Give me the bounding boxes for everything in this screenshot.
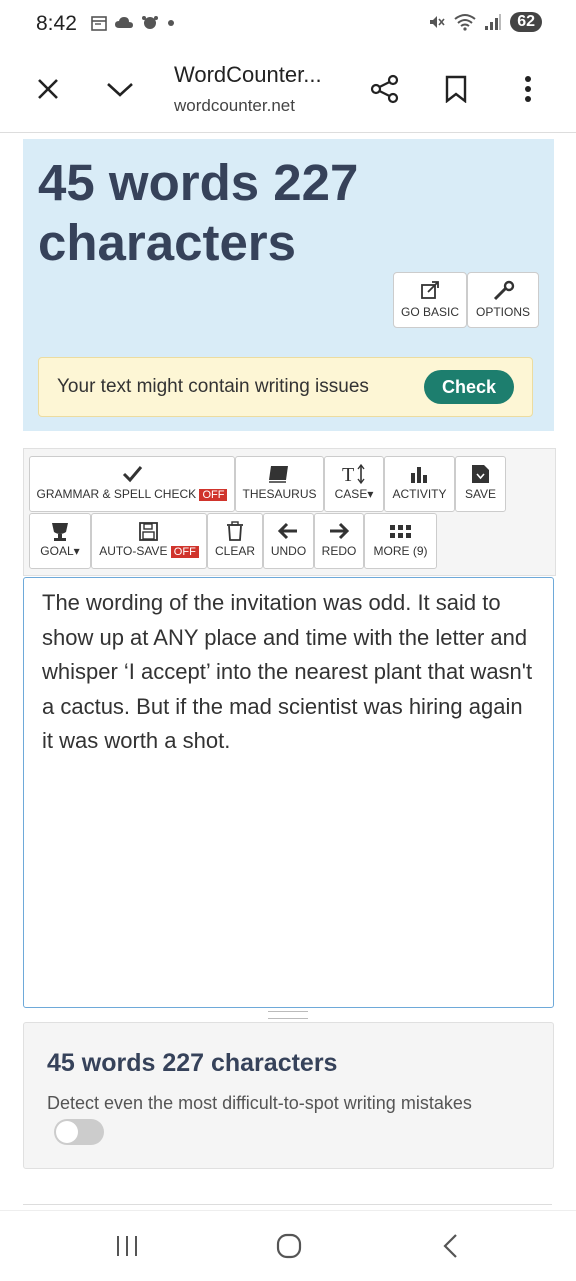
options-label: OPTIONS xyxy=(475,305,530,319)
auto-save-off-badge: OFF xyxy=(170,546,199,558)
writing-issues-text: Your text might contain writing issues xyxy=(57,376,369,397)
caret-down-icon: ▾ xyxy=(367,487,374,501)
chevron-down-icon xyxy=(107,83,133,97)
arrow-left-icon xyxy=(277,522,297,540)
redo-button[interactable]: REDO xyxy=(314,513,364,569)
dot-icon xyxy=(168,20,174,26)
status-notification-icons xyxy=(90,14,176,32)
bar-chart-icon xyxy=(411,467,427,483)
home-icon xyxy=(276,1233,302,1259)
undo-label: UNDO xyxy=(270,544,307,558)
goal-label: GOAL xyxy=(40,544,74,558)
wrench-icon xyxy=(493,280,515,301)
clear-button[interactable]: CLEAR xyxy=(207,513,263,569)
more-menu-button[interactable] xyxy=(511,72,545,106)
caret-down-icon: ▾ xyxy=(73,544,80,558)
grammar-check-label: GRAMMAR & SPELL CHECK xyxy=(36,487,197,501)
activity-button[interactable]: ACTIVITY xyxy=(384,456,455,512)
editor-content[interactable]: The wording of the invitation was odd. I… xyxy=(42,586,537,759)
recent-apps-button[interactable] xyxy=(107,1231,147,1261)
cloud-icon xyxy=(115,17,133,28)
thesaurus-button[interactable]: THESAURUS xyxy=(235,456,324,512)
toggle-knob xyxy=(56,1121,78,1143)
go-basic-label: GO BASIC xyxy=(400,305,459,319)
home-button[interactable] xyxy=(269,1231,309,1261)
undo-button[interactable]: UNDO xyxy=(263,513,314,569)
case-label: CASE xyxy=(334,487,368,501)
grammar-check-button[interactable]: GRAMMAR & SPELL CHECK OFF xyxy=(29,456,235,512)
page-title: WordCounter... xyxy=(174,62,322,87)
weather-icon xyxy=(142,16,158,29)
word-count-title: 45 words 227 characters xyxy=(38,154,359,271)
auto-save-label: AUTO-SAVE xyxy=(99,544,168,558)
page-url[interactable]: wordcounter.net xyxy=(174,96,295,116)
trophy-icon xyxy=(52,523,68,541)
more-vert-icon xyxy=(525,76,531,102)
external-link-icon xyxy=(421,281,439,299)
check-button[interactable]: Check xyxy=(424,370,514,404)
share-icon xyxy=(370,74,399,104)
system-navigation-bar xyxy=(0,1210,576,1281)
signal-icon xyxy=(485,14,502,30)
bookmark-button[interactable] xyxy=(439,72,473,106)
mute-icon xyxy=(430,16,445,28)
status-system-icons: 62 xyxy=(428,12,542,32)
more-label: MORE (9) xyxy=(373,544,428,558)
more-button[interactable]: MORE (9) xyxy=(364,513,437,569)
close-tab-button[interactable] xyxy=(31,72,65,106)
text-editor[interactable]: The wording of the invitation was odd. I… xyxy=(23,577,554,1008)
editor-resize-handle[interactable] xyxy=(268,1011,308,1019)
back-icon xyxy=(443,1234,457,1258)
arrow-right-icon xyxy=(330,522,350,540)
grid-icon xyxy=(390,525,411,538)
thesaurus-label: THESAURUS xyxy=(242,487,317,501)
stats-panel: 45 words 227 characters Detect even the … xyxy=(23,1022,554,1169)
wifi-icon xyxy=(454,14,476,31)
clear-label: CLEAR xyxy=(214,544,255,558)
stats-description: Detect even the most difficult-to-spot w… xyxy=(47,1093,472,1113)
status-bar: 8:42 62 xyxy=(0,0,576,50)
go-basic-button[interactable]: GO BASIC xyxy=(393,272,467,328)
grammar-off-badge: OFF xyxy=(199,489,228,501)
trash-icon xyxy=(227,521,243,541)
status-time: 8:42 xyxy=(36,12,77,35)
activity-label: ACTIVITY xyxy=(392,487,447,501)
case-button[interactable]: T CASE▾ xyxy=(324,456,384,512)
svg-text:T: T xyxy=(342,464,354,485)
minimize-tab-button[interactable] xyxy=(103,72,137,106)
share-button[interactable] xyxy=(368,72,402,106)
goal-button[interactable]: GOAL▾ xyxy=(29,513,91,569)
browser-toolbar: WordCounter... wordcounter.net xyxy=(0,50,576,133)
writing-issues-banner: Your text might contain writing issues C… xyxy=(38,357,533,417)
recent-apps-icon xyxy=(117,1236,137,1256)
options-button[interactable]: OPTIONS xyxy=(467,272,539,328)
close-icon xyxy=(38,79,58,99)
file-download-icon xyxy=(472,465,489,483)
text-height-icon: T xyxy=(342,463,365,485)
bookmark-icon xyxy=(445,75,467,103)
book-icon xyxy=(269,466,288,483)
back-button[interactable] xyxy=(431,1231,471,1261)
save-button[interactable]: SAVE xyxy=(455,456,506,512)
writing-mistakes-toggle[interactable] xyxy=(54,1119,104,1145)
auto-save-button[interactable]: AUTO-SAVE OFF xyxy=(91,513,207,569)
floppy-disk-icon xyxy=(139,522,158,541)
stats-title: 45 words 227 characters xyxy=(47,1049,338,1077)
editor-toolbar: GRAMMAR & SPELL CHECK OFF THESAURUS T CA… xyxy=(23,448,556,576)
word-count-header: 45 words 227 characters GO BASIC OPTIONS… xyxy=(23,139,554,431)
checkmark-icon xyxy=(122,466,143,483)
save-label: SAVE xyxy=(464,487,497,501)
battery-indicator: 62 xyxy=(510,12,542,32)
redo-label: REDO xyxy=(321,544,357,558)
calendar-icon xyxy=(91,16,107,31)
